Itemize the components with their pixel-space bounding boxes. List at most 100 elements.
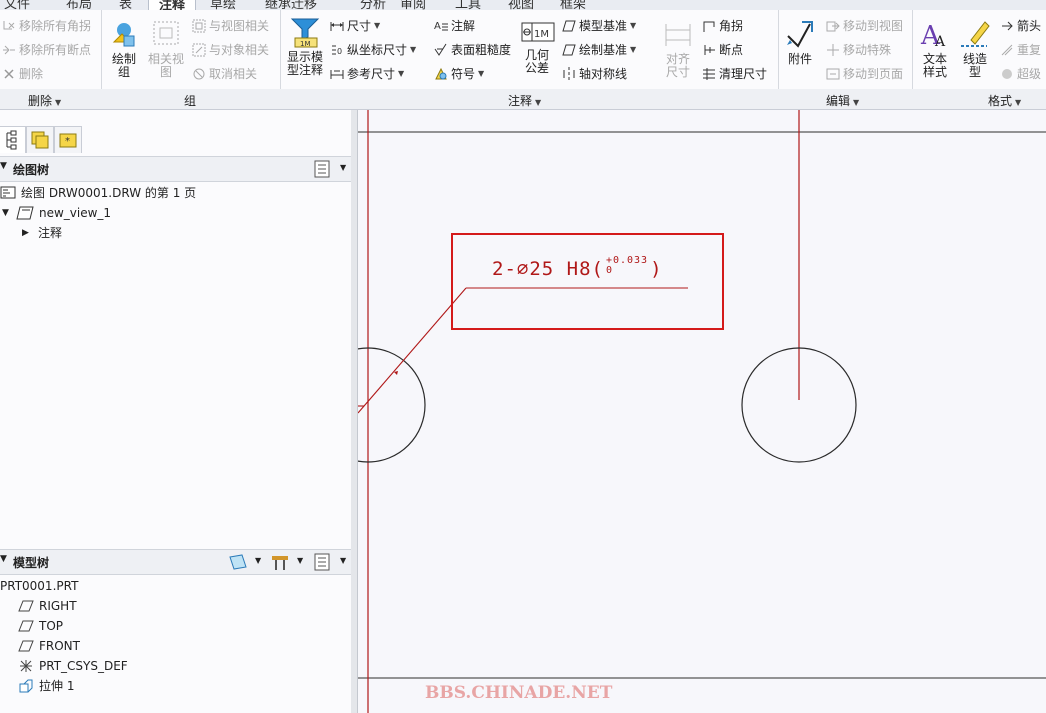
tree-item-label: PRT_CSYS_DEF <box>39 659 128 673</box>
delete-button[interactable]: 删除 <box>2 64 43 84</box>
chevron-down-icon[interactable]: ▼ <box>374 16 380 36</box>
symbol-button[interactable]: 符号 ▼ <box>434 64 484 84</box>
group-separator <box>778 10 779 89</box>
view-related-button[interactable]: 与视图相关 <box>192 16 269 36</box>
breakpoint-button[interactable]: 断点 <box>702 40 743 60</box>
chevron-down-icon[interactable]: ▼ <box>340 556 346 565</box>
dimension-button[interactable]: 尺寸 ▼ <box>330 16 380 36</box>
chevron-down-icon[interactable]: ▼ <box>255 556 261 565</box>
symbol-icon <box>434 67 448 81</box>
move-special-button[interactable]: 移动特殊 <box>826 40 891 60</box>
align-dimension-button[interactable]: 对齐 尺寸 <box>660 18 696 79</box>
model-datum-button[interactable]: 模型基准 ▼ <box>562 16 636 36</box>
align-dimension-label: 对齐 尺寸 <box>665 52 690 79</box>
tree-settings-icon[interactable] <box>270 553 290 574</box>
tree-item-part[interactable]: PRT0001.PRT <box>0 577 78 595</box>
chevron-down-icon[interactable]: ▼ <box>630 40 636 60</box>
tab-annotation[interactable]: 注释 <box>148 0 197 10</box>
note-icon: A <box>434 19 448 33</box>
tab-view[interactable]: 视图 <box>508 0 534 10</box>
chevron-down-icon[interactable]: ▼ <box>630 16 636 36</box>
geometric-tolerance-button[interactable]: 1M 几何 公差 <box>518 20 556 75</box>
tree-item-extrude[interactable]: 拉伸 1 <box>18 677 74 695</box>
arrow-button[interactable]: 箭头 <box>1000 16 1041 36</box>
expand-triangle-icon[interactable]: ▶ <box>22 224 38 242</box>
chevron-down-icon[interactable]: ▼ <box>410 40 416 60</box>
draw-group-button[interactable]: 绘制 组 <box>106 18 142 79</box>
edit-group-label: 编辑 <box>826 94 851 108</box>
move-to-page-button[interactable]: 移动到页面 <box>826 64 903 84</box>
delete-x-icon <box>2 67 16 81</box>
tab-tools[interactable]: 工具 <box>455 0 481 10</box>
attachment-icon <box>784 18 816 50</box>
axis-symmetry-label: 轴对称线 <box>579 67 628 81</box>
ordinate-dimension-button[interactable]: 0 纵坐标尺寸 ▼ <box>330 40 416 60</box>
hyperlink-button[interactable]: 超级 <box>1000 64 1041 84</box>
delete-group-dropdown[interactable]: 删除 ▼ <box>28 92 61 109</box>
move-to-view-button[interactable]: 移动到视图 <box>826 16 903 36</box>
clean-dimension-button[interactable]: 清理尺寸 <box>702 64 767 84</box>
drawing-sheet-icon <box>0 186 16 200</box>
chevron-down-icon[interactable]: ▼ <box>340 163 346 172</box>
hyperlink-icon <box>1000 67 1014 81</box>
tab-layout[interactable]: 布局 <box>66 0 92 10</box>
tab-legacy-migration[interactable]: 继承迁移 <box>265 0 317 10</box>
remove-all-corners-button[interactable]: 移除所有角拐 <box>2 16 91 36</box>
reference-dimension-label: 参考尺寸 <box>347 67 396 81</box>
tree-tab[interactable] <box>0 126 26 153</box>
tab-table[interactable]: 表 <box>119 0 132 10</box>
reference-dimension-button[interactable]: 参考尺寸 ▼ <box>330 64 404 84</box>
collapse-triangle-icon[interactable]: ▼ <box>0 554 7 564</box>
repeat-button[interactable]: 重复 <box>1000 40 1041 60</box>
attachment-button[interactable]: 附件 <box>782 18 818 66</box>
text-style-button[interactable]: AA 文本 样式 <box>916 18 954 79</box>
chevron-down-icon[interactable]: ▼ <box>478 64 484 84</box>
tab-file[interactable]: 文件 <box>4 0 30 10</box>
collapse-triangle-icon[interactable]: ▼ <box>0 161 7 171</box>
related-view-button[interactable]: 相关视 图 <box>146 18 186 79</box>
drawing-canvas[interactable]: 2-∅25 H8( +0.033 0 ) <box>358 110 1046 713</box>
collapse-triangle-icon[interactable]: ▼ <box>2 204 16 222</box>
remove-all-breakpoints-button[interactable]: 移除所有断点 <box>2 40 91 60</box>
model-display-icon[interactable] <box>228 553 248 574</box>
show-model-annotation-button[interactable]: 1M 显示模 型注释 <box>284 16 326 77</box>
list-settings-icon[interactable] <box>314 553 332 574</box>
line-style-button[interactable]: 线造 型 <box>956 18 994 79</box>
axis-symmetry-button[interactable]: 轴对称线 <box>562 64 627 84</box>
tab-analysis[interactable]: 分析 <box>360 0 386 10</box>
tree-item-annotations[interactable]: ▶ 注释 <box>22 224 62 242</box>
leader-arrow <box>394 371 398 375</box>
layers-tab[interactable] <box>26 126 54 153</box>
breakpoint-remove-icon <box>2 43 16 57</box>
chevron-down-icon[interactable]: ▼ <box>398 64 404 84</box>
tree-item-right-plane[interactable]: RIGHT <box>18 597 77 615</box>
tab-review[interactable]: 审阅 <box>400 0 426 10</box>
tree-item-front-plane[interactable]: FRONT <box>18 637 80 655</box>
list-settings-icon[interactable] <box>314 160 332 181</box>
tree-item-drawing-sheet[interactable]: 绘图 DRW0001.DRW 的第 1 页 <box>0 184 196 202</box>
unrelate-button[interactable]: 取消相关 <box>192 64 257 84</box>
chevron-down-icon[interactable]: ▼ <box>297 556 303 565</box>
note-button[interactable]: A 注解 <box>434 16 475 36</box>
object-related-button[interactable]: 与对象相关 <box>192 40 269 60</box>
tab-frame[interactable]: 框架 <box>560 0 586 10</box>
draw-datum-label: 绘制基准 <box>579 43 628 57</box>
tree-item-new-view[interactable]: ▼ new_view_1 <box>2 204 111 222</box>
favorites-tab[interactable]: * <box>54 126 82 153</box>
chevron-down-icon: ▼ <box>1015 98 1022 107</box>
annotation-group-dropdown[interactable]: 注释 ▼ <box>508 92 541 109</box>
related-view-label: 相关视 图 <box>147 52 184 79</box>
panel-splitter[interactable] <box>351 110 358 713</box>
surface-roughness-button[interactable]: 表面粗糙度 <box>434 40 511 60</box>
tree-item-top-plane[interactable]: TOP <box>18 617 63 635</box>
draw-datum-button[interactable]: 绘制基准 ▼ <box>562 40 636 60</box>
model-tree-title: 模型树 <box>13 556 50 570</box>
tab-sketch[interactable]: 草绘 <box>210 0 236 10</box>
edit-group-dropdown[interactable]: 编辑 ▼ <box>826 92 859 109</box>
format-group-dropdown[interactable]: 格式 ▼ <box>988 92 1021 109</box>
corner-remove-icon <box>2 19 16 33</box>
hole-dimension-annotation[interactable]: 2-∅25 H8( +0.033 0 ) <box>492 256 663 281</box>
attachment-label: 附件 <box>787 52 812 66</box>
tree-item-csys[interactable]: PRT_CSYS_DEF <box>18 657 128 675</box>
corner-button[interactable]: 角拐 <box>702 16 743 36</box>
